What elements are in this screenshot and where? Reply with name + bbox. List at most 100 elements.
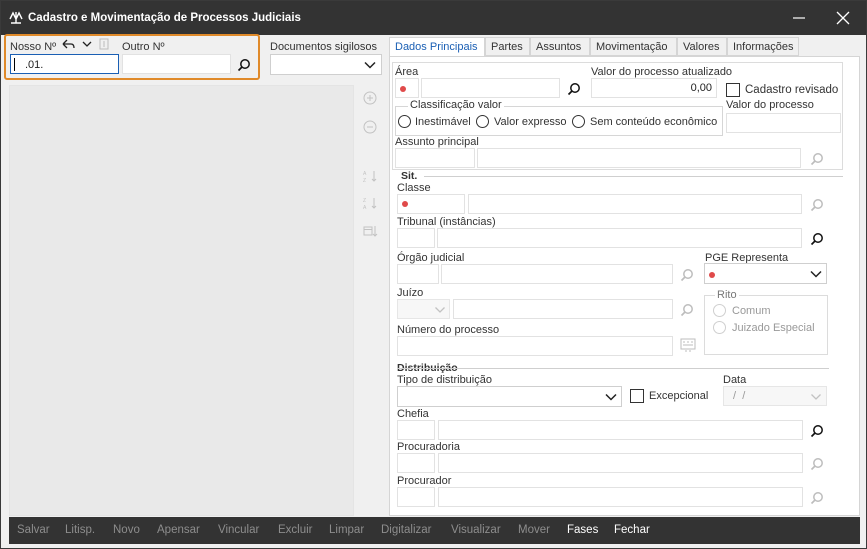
area-code-input[interactable] — [395, 78, 419, 98]
inestimavel-label: Inestimável — [415, 116, 471, 128]
title-bar: Cadastro e Movimentação de Processos Jud… — [1, 1, 866, 35]
search-icon[interactable] — [810, 152, 824, 166]
sort-date-icon[interactable] — [363, 224, 379, 238]
orgao-code-input[interactable] — [397, 264, 439, 284]
svg-text:A: A — [363, 205, 367, 210]
assunto-input[interactable] — [477, 148, 801, 168]
assunto-code-input[interactable] — [395, 148, 475, 168]
data-input[interactable]: / / — [723, 386, 827, 406]
close-button[interactable] — [829, 5, 857, 31]
search-icon[interactable] — [680, 303, 694, 317]
chefia-label: Chefia — [397, 408, 429, 420]
procurador-input[interactable] — [438, 487, 803, 507]
nosso-numero-input[interactable]: .01. — [10, 54, 119, 74]
radio-inestimavel[interactable] — [398, 115, 411, 128]
fechar-button[interactable]: Fechar — [614, 524, 650, 536]
chevron-down-icon — [809, 270, 823, 279]
vincular-button[interactable]: Vincular — [218, 524, 259, 536]
orgao-judicial-label: Órgão judicial — [397, 252, 465, 264]
radio-rito-juizado[interactable] — [713, 321, 726, 334]
cadastro-revisado-checkbox[interactable] — [726, 83, 740, 97]
chevron-down-icon — [810, 393, 822, 401]
tribunal-code-input[interactable] — [397, 228, 435, 248]
fases-button[interactable]: Fases — [567, 524, 598, 536]
outro-numero-input[interactable] — [122, 54, 231, 74]
chefia-code-input[interactable] — [397, 420, 435, 440]
limpar-button[interactable]: Limpar — [329, 524, 364, 536]
mover-button[interactable]: Mover — [518, 524, 550, 536]
valor-atualizado-value: 0,00 — [690, 82, 712, 94]
excepcional-checkbox[interactable] — [630, 389, 644, 403]
procurador-code-input[interactable] — [397, 487, 435, 507]
rito-label: Rito — [715, 289, 739, 301]
apensar-button[interactable]: Apensar — [157, 524, 200, 536]
required-indicator — [709, 272, 715, 278]
tab-assuntos[interactable]: Assuntos — [530, 37, 590, 56]
salvar-button[interactable]: Salvar — [17, 524, 50, 536]
valor-processo-input[interactable] — [726, 113, 841, 133]
excepcional-label: Excepcional — [649, 390, 709, 402]
area-input[interactable] — [421, 78, 560, 98]
classificacao-label: Classificação valor — [408, 99, 504, 111]
search-icon[interactable] — [810, 232, 824, 246]
pge-representa-select[interactable] — [704, 263, 827, 284]
juizo-label: Juízo — [397, 287, 424, 299]
valor-expresso-label: Valor expresso — [494, 116, 567, 128]
search-icon[interactable] — [810, 457, 824, 471]
tribunal-input[interactable] — [437, 228, 802, 248]
radio-rito-comum[interactable] — [713, 304, 726, 317]
search-icon[interactable] — [810, 198, 824, 212]
cadastro-revisado-label: Cadastro revisado — [745, 84, 839, 96]
expand-all-icon[interactable] — [363, 91, 377, 105]
undo-icon[interactable] — [61, 39, 75, 51]
search-icon[interactable] — [237, 58, 251, 72]
numero-processo-input[interactable] — [397, 336, 673, 356]
search-icon[interactable] — [810, 424, 824, 438]
main-window: Cadastro e Movimentação de Processos Jud… — [0, 0, 867, 549]
radio-sem-conteudo[interactable] — [572, 115, 585, 128]
digitalizar-button[interactable]: Digitalizar — [381, 524, 432, 536]
chevron-down-icon — [604, 393, 618, 402]
classe-input[interactable] — [468, 194, 802, 214]
keyboard-icon[interactable] — [680, 338, 696, 352]
bottom-toolbar: Salvar Litisp. Novo Apensar Vincular Exc… — [9, 517, 860, 544]
litisp-button[interactable]: Litisp. — [65, 524, 95, 536]
novo-button[interactable]: Novo — [113, 524, 140, 536]
search-icon[interactable] — [810, 491, 824, 505]
process-tree-panel[interactable] — [9, 85, 354, 516]
orgao-input[interactable] — [441, 264, 673, 284]
required-indicator — [402, 201, 408, 207]
minimize-button[interactable] — [785, 5, 813, 31]
tipo-distribuicao-label: Tipo de distribuição — [397, 374, 492, 386]
juizo-input[interactable] — [453, 299, 673, 319]
rito-juizado-label: Juizado Especial — [732, 322, 815, 334]
collapse-all-icon[interactable] — [363, 120, 377, 134]
sort-ascending-icon[interactable]: AZ — [363, 169, 379, 183]
excluir-button[interactable]: Excluir — [278, 524, 313, 536]
valor-processo-label: Valor do processo — [726, 99, 814, 111]
tribunal-label: Tribunal (instâncias) — [397, 216, 496, 228]
valor-atualizado-input[interactable]: 0,00 — [591, 78, 717, 98]
sort-descending-icon[interactable]: ZA — [363, 196, 379, 210]
tipo-distribuicao-select[interactable] — [397, 386, 622, 407]
procuradoria-input[interactable] — [438, 453, 803, 473]
classe-label: Classe — [397, 182, 431, 194]
tab-valores[interactable]: Valores — [677, 37, 727, 56]
tab-informacoes[interactable]: Informações — [727, 37, 799, 56]
documentos-sigilosos-select[interactable] — [270, 54, 382, 75]
chevron-down-icon[interactable] — [81, 41, 93, 49]
tab-movimentacao[interactable]: Movimentação — [590, 37, 677, 56]
scales-icon — [9, 11, 23, 25]
juizo-select[interactable] — [397, 299, 450, 319]
tab-dados-principais[interactable]: Dados Principais — [389, 37, 485, 57]
chefia-input[interactable] — [438, 420, 803, 440]
sem-conteudo-label: Sem conteúdo econômico — [590, 116, 718, 128]
visualizar-button[interactable]: Visualizar — [451, 524, 501, 536]
svg-text:Z: Z — [363, 178, 366, 183]
search-icon[interactable] — [680, 268, 694, 282]
search-icon[interactable] — [567, 82, 581, 96]
radio-valor-expresso[interactable] — [476, 115, 489, 128]
procuradoria-code-input[interactable] — [397, 453, 435, 473]
procuradoria-label: Procuradoria — [397, 441, 460, 453]
tab-partes[interactable]: Partes — [485, 37, 530, 56]
